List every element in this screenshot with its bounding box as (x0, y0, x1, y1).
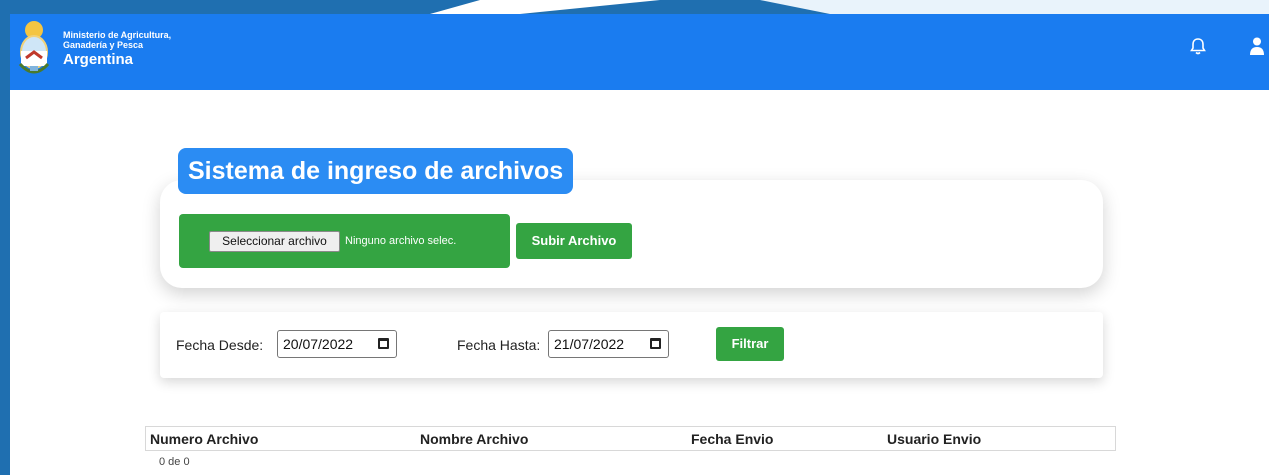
column-header-file-name: Nombre Archivo (420, 431, 529, 447)
date-to-input[interactable]: 21/07/2022 (548, 330, 669, 358)
file-picker-box: Seleccionar archivo Ninguno archivo sele… (179, 214, 510, 268)
column-header-sent-date: Fecha Envio (691, 431, 774, 447)
brand-block: Ministerio de Agricultura, Ganadería y P… (63, 30, 171, 68)
upload-file-button[interactable]: Subir Archivo (516, 223, 632, 259)
files-table-header: Numero Archivo Nombre Archivo Fecha Envi… (145, 426, 1116, 451)
date-from-input[interactable]: 20/07/2022 (277, 330, 397, 358)
date-to-label: Fecha Hasta: (457, 337, 541, 353)
coat-of-arms-icon (16, 18, 52, 84)
date-from-value: 20/07/2022 (283, 336, 354, 352)
user-icon[interactable] (1250, 36, 1264, 56)
date-from-label: Fecha Desde: (176, 337, 264, 353)
calendar-icon[interactable] (378, 338, 389, 349)
org-name-line2: Ganadería y Pesca (63, 40, 144, 50)
date-to-value: 21/07/2022 (554, 336, 625, 352)
page-title: Sistema de ingreso de archivos (178, 148, 574, 194)
column-header-file-number: Numero Archivo (150, 431, 259, 447)
pagination-count: 0 de 0 (159, 456, 190, 468)
country-name: Argentina (63, 51, 134, 68)
bell-icon[interactable] (1190, 37, 1206, 55)
filter-button[interactable]: Filtrar (716, 327, 784, 361)
column-header-sent-user: Usuario Envio (887, 431, 982, 447)
file-status-text: Ninguno archivo selec. (345, 235, 457, 247)
frame-decoration (0, 0, 1269, 14)
choose-file-button[interactable]: Seleccionar archivo (209, 231, 340, 252)
top-app-bar: Ministerio de Agricultura, Ganadería y P… (10, 14, 1269, 90)
main-content: Sistema de ingreso de archivos Seleccion… (10, 90, 1269, 475)
calendar-icon[interactable] (650, 338, 661, 349)
org-name-line1: Ministerio de Agricultura, (63, 30, 172, 40)
